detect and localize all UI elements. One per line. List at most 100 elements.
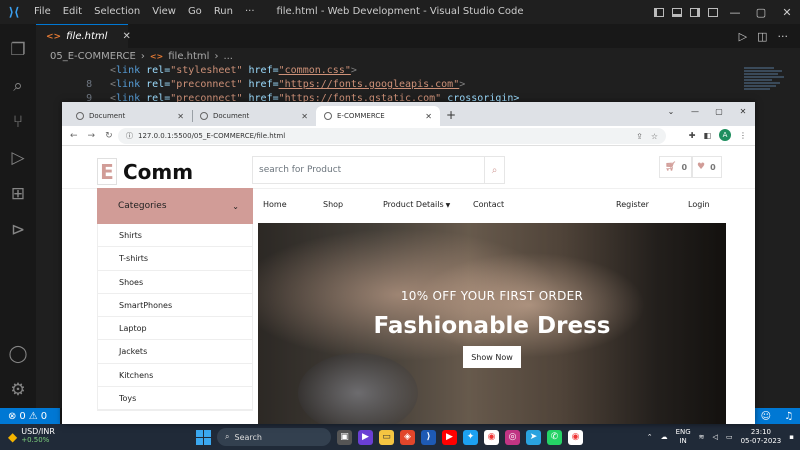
- problems-indicator[interactable]: ⊗ 0 ⚠ 0: [0, 408, 60, 424]
- cart-button[interactable]: 🛒︎ 0: [659, 156, 694, 178]
- menu-view[interactable]: View: [146, 0, 182, 24]
- split-editor-icon[interactable]: ◫: [757, 30, 767, 43]
- ticker-widget[interactable]: ◆ USD/INR +0.50%: [8, 427, 55, 447]
- extensions-puzzle-icon[interactable]: ✚: [689, 131, 696, 140]
- remote-explorer-icon[interactable]: ⊳: [0, 212, 36, 248]
- instagram-icon[interactable]: ◎: [505, 429, 520, 445]
- close-tab-icon[interactable]: ✕: [122, 31, 130, 42]
- site-logo[interactable]: E Comm: [97, 158, 193, 185]
- wishlist-button[interactable]: ♥ 0: [691, 156, 722, 178]
- menu-edit[interactable]: Edit: [57, 0, 88, 24]
- wifi-icon[interactable]: ≋: [699, 433, 705, 441]
- maximize-button[interactable]: ▢: [707, 107, 731, 116]
- product-search-input[interactable]: [253, 157, 484, 183]
- youtube-icon[interactable]: ▶: [442, 429, 457, 445]
- explorer-icon[interactable]: ❐: [0, 32, 36, 68]
- feedback-icon[interactable]: ☺: [761, 411, 771, 422]
- reload-icon[interactable]: ↻: [105, 131, 113, 141]
- category-item[interactable]: SmartPhones: [98, 294, 252, 318]
- nav-home[interactable]: Home: [263, 200, 287, 209]
- accounts-icon[interactable]: ◯: [0, 336, 36, 372]
- minimize-button[interactable]: —: [683, 107, 707, 116]
- maximize-button[interactable]: ▢: [748, 0, 774, 24]
- browser-tab-document-2[interactable]: Document ✕: [192, 106, 316, 126]
- nav-register[interactable]: Register: [616, 200, 649, 209]
- notifications-bell-icon[interactable]: ♫: [784, 411, 793, 422]
- battery-icon[interactable]: ▭: [726, 433, 733, 441]
- breadcrumb-file[interactable]: file.html: [168, 51, 209, 62]
- windows-start-icon[interactable]: [196, 429, 211, 445]
- editor-tab-file-html[interactable]: <> file.html ✕: [36, 24, 131, 48]
- minimize-button[interactable]: —: [722, 0, 748, 24]
- browser-tab-ecommerce[interactable]: E-COMMERCE ✕: [316, 106, 440, 126]
- categories-toggle[interactable]: Categories ⌄: [97, 188, 253, 224]
- search-icon[interactable]: ⌕: [0, 68, 36, 104]
- address-bar[interactable]: ⓘ 127.0.0.1:5500/05_E-COMMERCE/file.html…: [118, 128, 666, 144]
- close-window-button[interactable]: ✕: [774, 0, 800, 24]
- source-control-icon[interactable]: ⑂: [0, 104, 36, 140]
- tab-search-chevron-icon[interactable]: ⌄: [659, 107, 683, 116]
- category-item[interactable]: Shirts: [98, 224, 252, 248]
- nav-contact[interactable]: Contact: [473, 200, 504, 209]
- vscode-taskbar-icon[interactable]: ⟩: [421, 429, 436, 445]
- toggle-sidebar-icon[interactable]: [650, 0, 668, 24]
- customize-layout-icon[interactable]: [704, 0, 722, 24]
- taskbar-search[interactable]: ⌕ Search: [217, 428, 331, 446]
- extensions-icon[interactable]: ⊞: [0, 176, 36, 212]
- back-arrow-icon[interactable]: ←: [70, 131, 78, 141]
- menu-file[interactable]: File: [28, 0, 57, 24]
- close-tab-icon[interactable]: ✕: [301, 112, 308, 121]
- category-item[interactable]: Shoes: [98, 271, 252, 294]
- menu-go[interactable]: Go: [182, 0, 208, 24]
- settings-gear-icon[interactable]: ⚙: [0, 372, 36, 408]
- share-icon[interactable]: ⇪: [636, 132, 643, 141]
- teams-icon[interactable]: ▶: [358, 429, 373, 445]
- toggle-panel-icon[interactable]: [668, 0, 686, 24]
- whatsapp-icon[interactable]: ✆: [547, 429, 562, 445]
- breadcrumb-more[interactable]: ...: [223, 51, 233, 62]
- task-view-icon[interactable]: ▣: [337, 429, 352, 445]
- close-tab-icon[interactable]: ✕: [425, 112, 432, 121]
- browser-menu-icon[interactable]: ⋮: [739, 131, 747, 140]
- category-item[interactable]: Laptop: [98, 317, 252, 341]
- telegram-icon[interactable]: ➤: [526, 429, 541, 445]
- menu-more[interactable]: ···: [239, 0, 261, 24]
- side-panel-icon[interactable]: ◧: [703, 131, 711, 140]
- nav-login[interactable]: Login: [688, 200, 710, 209]
- onedrive-icon[interactable]: ☁: [661, 433, 668, 441]
- nav-shop[interactable]: Shop: [323, 200, 343, 209]
- run-icon[interactable]: ▷: [739, 30, 747, 43]
- menu-selection[interactable]: Selection: [88, 0, 146, 24]
- run-debug-icon[interactable]: ▷: [0, 140, 36, 176]
- language-indicator[interactable]: ENG IN: [676, 428, 691, 446]
- nav-product-details[interactable]: Product Details ▼: [383, 200, 450, 209]
- clock[interactable]: 23:10 05-07-2023: [741, 428, 782, 446]
- tray-chevron-icon[interactable]: ⌃: [647, 433, 653, 441]
- chrome-icon[interactable]: ◉: [484, 429, 499, 445]
- notifications-icon[interactable]: ▪: [789, 433, 794, 441]
- category-item[interactable]: T-shirts: [98, 247, 252, 271]
- menu-run[interactable]: Run: [208, 0, 239, 24]
- site-info-icon[interactable]: ⓘ: [126, 131, 133, 141]
- bookmark-star-icon[interactable]: ☆: [651, 132, 658, 141]
- close-tab-icon[interactable]: ✕: [177, 112, 184, 121]
- profile-avatar[interactable]: A: [719, 129, 731, 141]
- close-window-button[interactable]: ✕: [731, 107, 755, 116]
- category-item[interactable]: Toys: [98, 387, 252, 411]
- volume-icon[interactable]: ◁: [713, 433, 718, 441]
- chrome-active-icon[interactable]: ◉: [568, 429, 583, 445]
- minimap[interactable]: [744, 66, 786, 106]
- toggle-secondary-sidebar-icon[interactable]: [686, 0, 704, 24]
- search-icon[interactable]: ⌕: [484, 157, 504, 183]
- brave-icon[interactable]: ◈: [400, 429, 415, 445]
- forward-arrow-icon[interactable]: →: [88, 131, 96, 141]
- twitter-icon[interactable]: ✦: [463, 429, 478, 445]
- file-explorer-icon[interactable]: ▭: [379, 429, 394, 445]
- new-tab-icon[interactable]: +: [446, 108, 456, 122]
- category-item[interactable]: Kitchens: [98, 364, 252, 388]
- show-now-button[interactable]: Show Now: [463, 346, 521, 368]
- breadcrumb-folder[interactable]: 05_E-COMMERCE: [50, 51, 136, 62]
- category-item[interactable]: Jackets: [98, 340, 252, 364]
- browser-tab-document-1[interactable]: Document ✕: [68, 106, 192, 126]
- more-actions-icon[interactable]: ···: [778, 30, 789, 43]
